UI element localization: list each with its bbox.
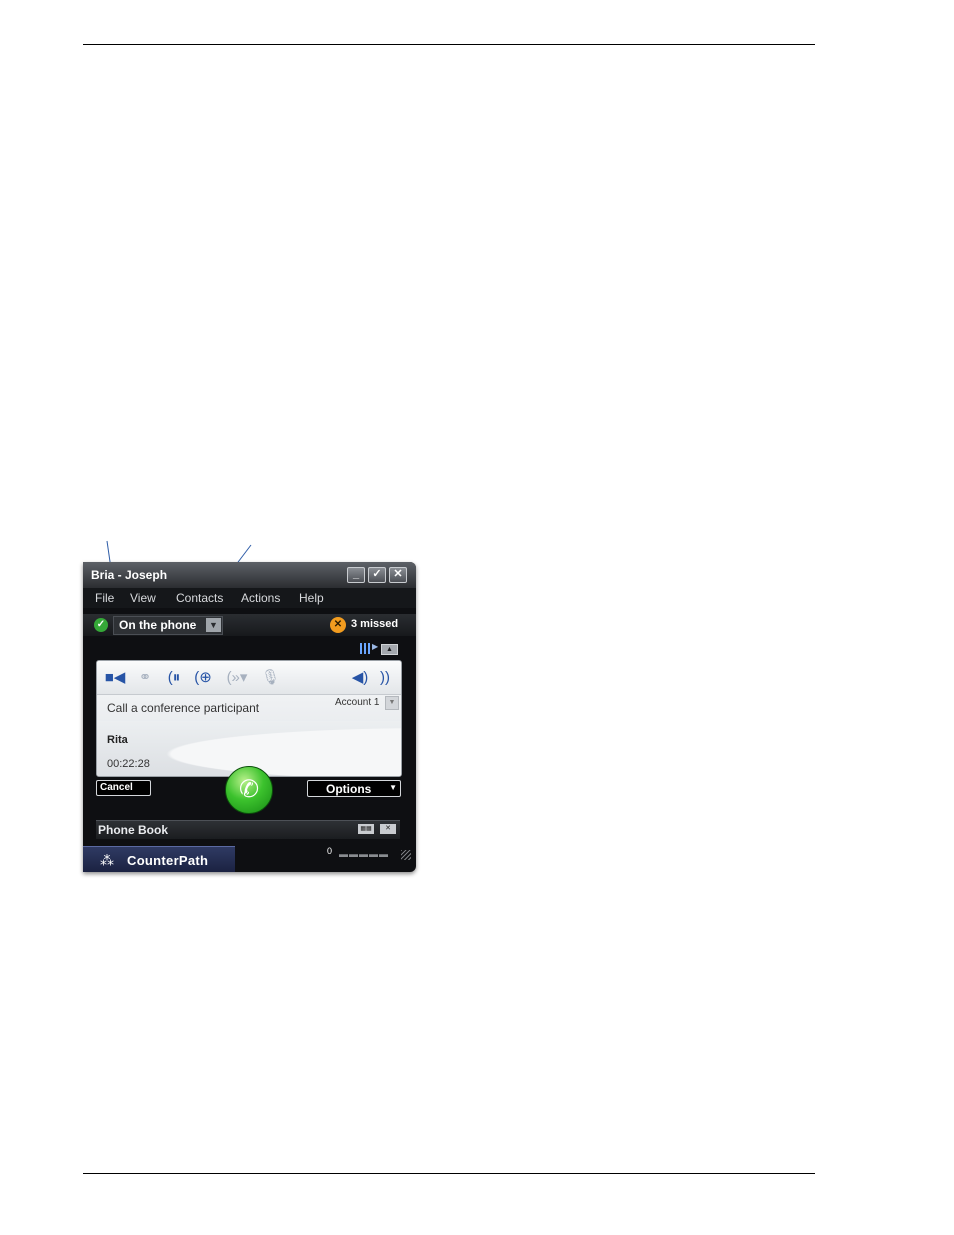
presence-dropdown[interactable]: On the phone ▼ — [113, 616, 223, 635]
conference-hint: Call a conference participant — [107, 701, 260, 715]
collapse-icon[interactable]: ▲ — [381, 644, 398, 655]
conference-icon[interactable]: ⚭ — [135, 668, 155, 688]
window-title: Bria - Joseph — [91, 568, 168, 582]
volume-icon[interactable]: )) — [376, 668, 394, 688]
menu-contacts[interactable]: Contacts — [176, 591, 223, 605]
mute-icon[interactable]: 🎙 — [261, 668, 280, 688]
cancel-button[interactable]: Cancel — [96, 780, 151, 796]
close-icon[interactable]: ✕ — [389, 567, 407, 583]
menu-view[interactable]: View — [130, 591, 156, 605]
video-icon[interactable]: ■◀ — [103, 668, 127, 688]
menu-help[interactable]: Help — [299, 591, 324, 605]
phonebook-header[interactable]: Phone Book ▦▦ ✕ — [96, 820, 400, 839]
call-toolbar: ■◀ ⚭ (⏸ (⊕ (»▾ 🎙 ◀) )) — [97, 661, 401, 695]
menu-actions[interactable]: Actions — [241, 591, 280, 605]
hold-icon[interactable]: (⏸ — [163, 668, 185, 688]
title-bar: Bria - Joseph _ ✓ ✕ — [83, 562, 416, 588]
presence-label: On the phone — [119, 618, 197, 632]
account-label[interactable]: Account 1 — [335, 697, 379, 708]
keyboard-icon[interactable]: ▦▦ — [358, 824, 374, 834]
missed-calls[interactable]: 3 missed — [351, 618, 398, 630]
call-party-name: Rita — [107, 734, 128, 746]
phone-icon: ✆ — [238, 776, 260, 803]
options-label: Options — [326, 782, 372, 796]
compact-icon[interactable]: ✓ — [368, 567, 386, 583]
resize-grip-icon[interactable] — [401, 850, 411, 860]
account-chevron-icon[interactable]: ▼ — [385, 696, 399, 710]
phonebook-label: Phone Book — [98, 823, 169, 837]
mic-level-icon: 0 — [327, 846, 333, 856]
dialpad-icon[interactable] — [360, 643, 371, 654]
call-button[interactable]: ✆ — [225, 766, 273, 814]
menu-bar: File View Contacts Actions Help — [83, 588, 416, 608]
add-call-icon[interactable]: (⊕ — [192, 668, 214, 688]
softphone-window: Bria - Joseph _ ✓ ✕ File View Contacts A… — [83, 562, 416, 872]
missed-call-icon[interactable]: ✕ — [330, 617, 346, 633]
call-timer: 00:22:28 — [107, 758, 150, 770]
chevron-down-icon: ▼ — [206, 618, 221, 632]
transfer-icon[interactable]: (»▾ — [221, 668, 253, 688]
speaker-icon[interactable]: ◀) — [350, 668, 370, 688]
minimize-icon[interactable]: _ — [347, 567, 365, 583]
call-panel: ■◀ ⚭ (⏸ (⊕ (»▾ 🎙 ◀) )) Call a conference… — [96, 660, 402, 777]
phonebook-close-icon[interactable]: ✕ — [380, 824, 396, 834]
audio-level-meter: ▬▬▬▬▬ — [339, 849, 389, 859]
options-button[interactable]: Options ▼ — [307, 780, 401, 797]
menu-file[interactable]: File — [95, 591, 114, 605]
bottom-rule — [83, 1173, 815, 1174]
counterpath-logo-icon: ⁂ — [100, 852, 114, 868]
chevron-down-icon: ▼ — [389, 783, 397, 792]
brand-name: CounterPath — [127, 853, 209, 868]
status-check-icon: ✓ — [94, 618, 108, 632]
brand-bar: ⁂ CounterPath — [83, 846, 235, 872]
dialpad-arrow-icon: ▶ — [372, 642, 379, 651]
status-bar: ✓ On the phone ▼ ✕ 3 missed — [83, 614, 416, 636]
